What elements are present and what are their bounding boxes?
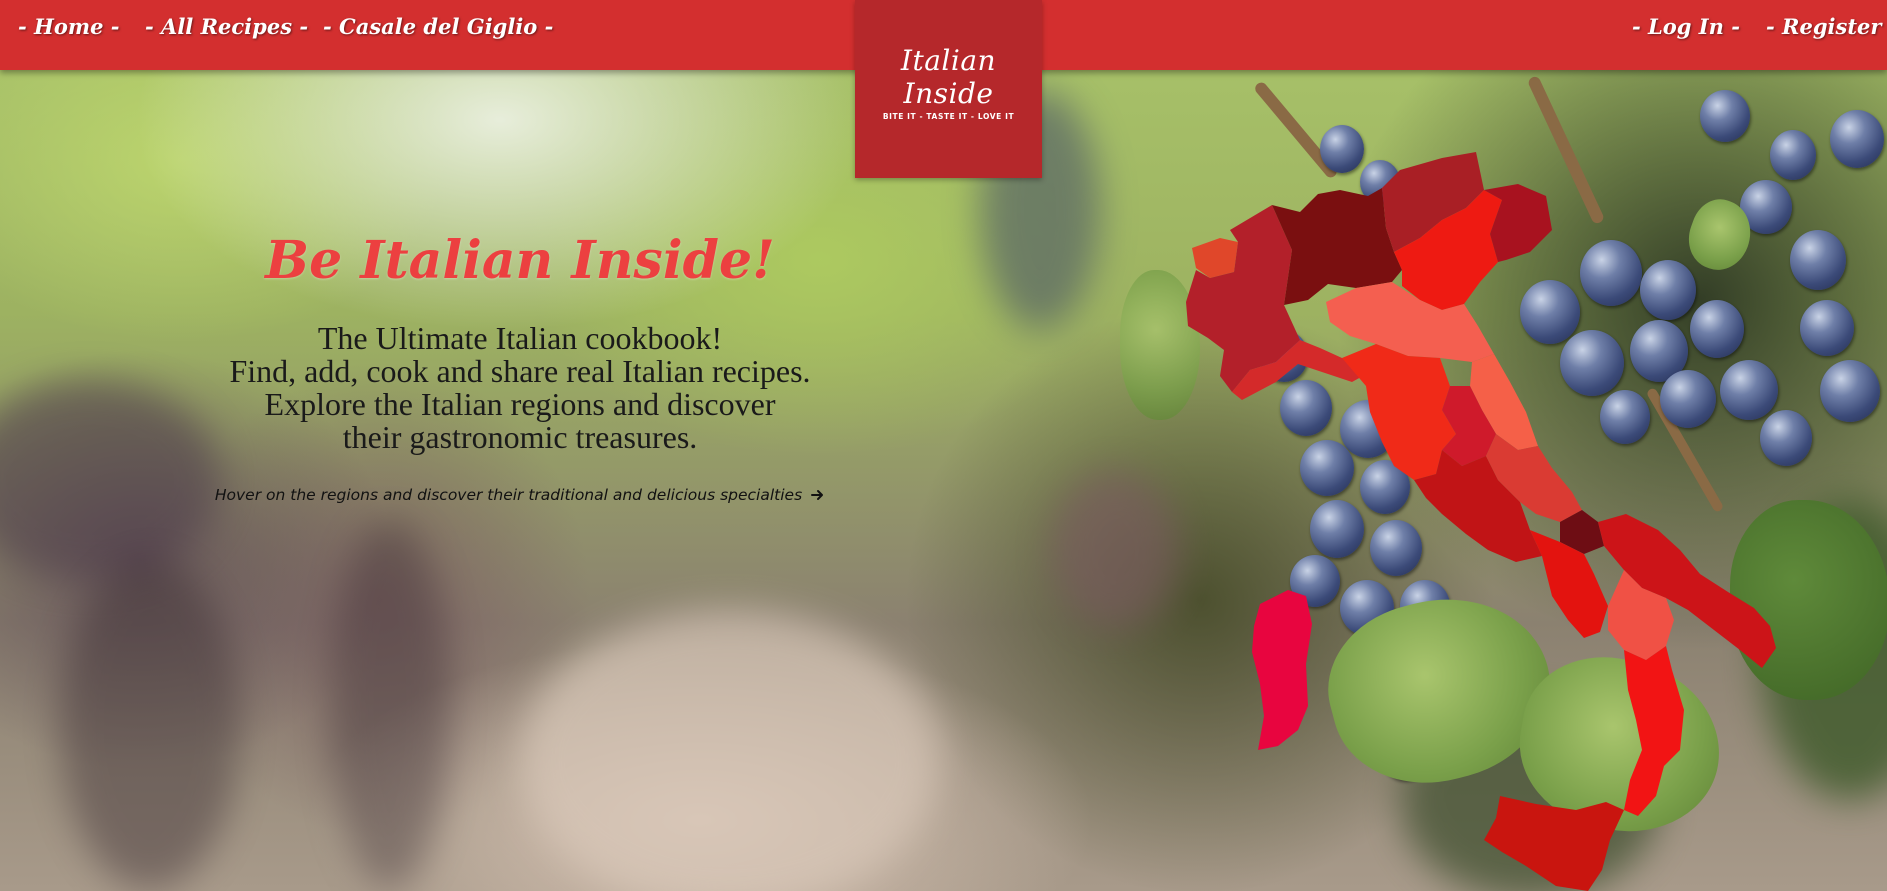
hero-line: Find, add, cook and share real Italian r… <box>229 353 811 390</box>
region-sardegna[interactable] <box>1252 590 1312 750</box>
region-calabria[interactable] <box>1624 646 1684 816</box>
region-toscana[interactable] <box>1342 344 1456 480</box>
logo-title: Italian Inside <box>900 44 997 110</box>
hero-description: The Ultimate Italian cookbook! Find, add… <box>170 322 870 454</box>
hover-hint: Hover on the regions and discover their … <box>215 486 825 506</box>
hero-line: Explore the Italian regions and discover <box>264 386 776 423</box>
italy-regions-map <box>1186 152 1776 891</box>
logo-tagline: BITE IT - TASTE IT - LOVE IT <box>882 112 1015 121</box>
hover-hint-text: Hover on the regions and discover their … <box>214 486 803 505</box>
hero-line: their gastronomic treasures. <box>342 419 698 456</box>
nav-casale-del-giglio-link[interactable]: - Casale del Giglio - <box>323 14 553 39</box>
hero-line: The Ultimate Italian cookbook! <box>317 320 723 357</box>
hero-section: Be Italian Inside! The Ultimate Italian … <box>170 230 870 506</box>
nav-all-recipes-link[interactable]: - All Recipes - <box>145 14 308 39</box>
nav-login-link[interactable]: - Log In - <box>1632 14 1740 39</box>
site-logo[interactable]: Italian Inside BITE IT - TASTE IT - LOVE… <box>855 0 1042 178</box>
nav-register-link[interactable]: - Register - <box>1766 14 1887 39</box>
nav-home-link[interactable]: - Home - <box>18 14 119 39</box>
region-sicilia[interactable] <box>1484 796 1624 891</box>
hero-title: Be Italian Inside! <box>265 230 775 291</box>
arrow-right-icon <box>811 488 825 506</box>
